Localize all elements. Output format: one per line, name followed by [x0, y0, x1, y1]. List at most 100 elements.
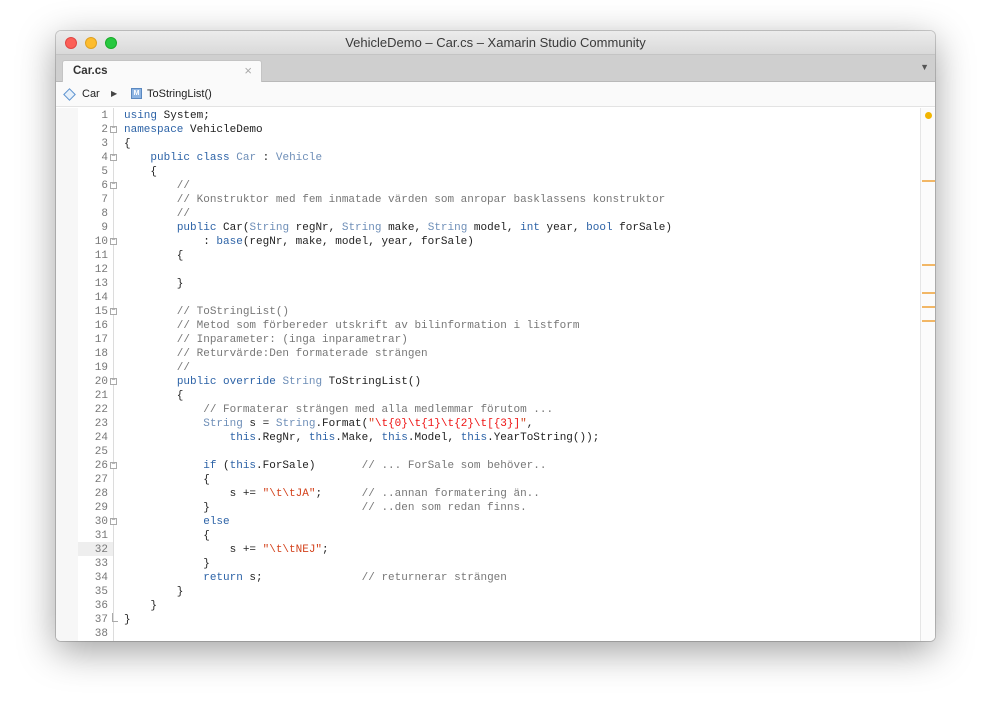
fold-toggle-icon[interactable]: − [110, 182, 117, 189]
breadcrumb-class[interactable]: Car [82, 88, 100, 100]
code-line[interactable]: 28 s += "\t\tJA"; // ..annan formatering… [56, 487, 920, 501]
code-line[interactable]: 27 { [56, 473, 920, 487]
code-lines[interactable]: 1 using System; 2− namespace VehicleDemo 3{4… [56, 109, 920, 641]
code-token: base [216, 236, 243, 248]
code-line[interactable]: 35 } [56, 585, 920, 599]
code-line[interactable]: 4− public class Car : Vehicle [56, 151, 920, 165]
code-text: { [124, 529, 210, 543]
line-number: 37 [94, 614, 108, 626]
code-token: return [203, 572, 243, 584]
code-line[interactable]: 17 // Inparameter: (inga inparametrar) [56, 333, 920, 347]
code-editor[interactable]: 1 using System; 2− namespace VehicleDemo 3{4… [56, 108, 935, 641]
overview-marker[interactable] [922, 264, 935, 266]
code-line[interactable]: 25 [56, 445, 920, 459]
code-text: return s; // returnerar strängen [124, 571, 507, 585]
code-token: ; [315, 488, 362, 500]
code-line[interactable]: 5 { [56, 165, 920, 179]
code-token: bool [586, 222, 613, 234]
code-line[interactable]: 23 String s = String.Format("\t{0}\t{1}\… [56, 417, 920, 431]
method-square-icon: M [131, 88, 142, 99]
code-line[interactable]: 15− // ToStringList() [56, 305, 920, 319]
code-token: String [203, 418, 243, 430]
fold-toggle-icon[interactable]: − [110, 238, 117, 245]
code-line[interactable]: 8 // [56, 207, 920, 221]
code-token: override [223, 376, 276, 388]
code-token: "\t\tJA" [262, 488, 316, 500]
line-number: 34 [94, 572, 108, 584]
fold-toggle-icon[interactable]: − [110, 154, 117, 161]
code-token: regNr, [289, 222, 342, 234]
fold-toggle-icon[interactable]: − [110, 126, 117, 133]
code-line[interactable]: 33 } [56, 557, 920, 571]
chevron-down-icon[interactable]: ▼ [920, 62, 929, 72]
tab-car-cs[interactable]: Car.cs × [62, 60, 262, 82]
fold-toggle-icon[interactable]: − [110, 378, 117, 385]
code-token: namespace [124, 124, 184, 136]
overview-ruler[interactable] [920, 108, 935, 641]
line-number: 10 [94, 236, 108, 248]
line-number: 22 [94, 404, 108, 416]
overview-marker[interactable] [922, 292, 935, 294]
code-line[interactable]: 6− // [56, 179, 920, 193]
close-icon[interactable]: × [244, 63, 252, 78]
code-line[interactable]: 32 s += "\t\tNEJ"; [56, 543, 920, 557]
fold-toggle-icon[interactable]: − [110, 518, 117, 525]
code-text: // Returvärde:Den formaterade strängen [124, 347, 428, 361]
code-line[interactable]: 22 // Formaterar strängen med alla medle… [56, 403, 920, 417]
code-line[interactable]: 34 return s; // returnerar strängen [56, 571, 920, 585]
line-number: 15 [94, 306, 108, 318]
code-token: this [229, 460, 257, 472]
line-number: 31 [94, 530, 108, 542]
fold-toggle-icon[interactable]: − [110, 308, 117, 315]
code-text: // Konstruktor med fem inmatade värden s… [124, 193, 666, 207]
overview-marker[interactable] [922, 306, 935, 308]
code-line[interactable]: 3{ [56, 137, 920, 151]
code-line[interactable]: 36 } [56, 599, 920, 613]
code-text: } [124, 585, 184, 599]
code-line[interactable]: 11 { [56, 249, 920, 263]
code-token: .Format( [315, 418, 369, 430]
code-line[interactable]: 9 public Car(String regNr, String make, … [56, 221, 920, 235]
line-number: 32 [94, 544, 108, 556]
line-number: 14 [94, 292, 108, 304]
code-text: s += "\t\tNEJ"; [124, 543, 329, 557]
code-line[interactable]: 2− namespace VehicleDemo [56, 123, 920, 137]
title-bar[interactable]: VehicleDemo – Car.cs – Xamarin Studio Co… [56, 31, 935, 55]
code-line[interactable]: 30− else [56, 515, 920, 529]
code-line[interactable]: 7 // Konstruktor med fem inmatade värden… [56, 193, 920, 207]
code-line[interactable]: 20− public override String ToStringList(… [56, 375, 920, 389]
code-token: class [196, 152, 230, 164]
code-line[interactable]: 31 { [56, 529, 920, 543]
code-line[interactable]: 14 [56, 291, 920, 305]
code-line[interactable]: 13 } [56, 277, 920, 291]
fold-toggle-icon[interactable]: − [110, 462, 117, 469]
code-token: " [368, 418, 375, 430]
code-line[interactable]: 37} [56, 613, 920, 627]
code-line[interactable]: 24 this.RegNr, this.Make, this.Model, th… [56, 431, 920, 445]
code-line[interactable]: 38 [56, 627, 920, 641]
overview-marker[interactable] [922, 180, 935, 182]
line-number: 11 [94, 250, 108, 262]
code-line[interactable]: 16 // Metod som förbereder utskrift av b… [56, 319, 920, 333]
code-line[interactable]: 1 using System; [56, 109, 920, 123]
code-token: // ToStringList() [124, 306, 290, 318]
code-text: : base(regNr, make, model, year, forSale… [124, 235, 474, 249]
code-text: // [124, 179, 190, 193]
overview-marker[interactable] [922, 320, 935, 322]
code-line[interactable]: 21 { [56, 389, 920, 403]
code-line[interactable]: 19 // [56, 361, 920, 375]
code-text: { [124, 389, 184, 403]
chevron-right-icon: ▶ [111, 89, 118, 98]
code-text: // ToStringList() [124, 305, 289, 319]
code-line[interactable]: 12 [56, 263, 920, 277]
code-line[interactable]: 18 // Returvärde:Den formaterade stränge… [56, 347, 920, 361]
code-token: int [520, 222, 540, 234]
code-line[interactable]: 29 } // ..den som redan finns. [56, 501, 920, 515]
breadcrumb-method[interactable]: ToStringList() [147, 88, 212, 100]
code-token: this [381, 432, 408, 444]
code-token: this [308, 432, 336, 444]
code-line[interactable]: 10− : base(regNr, make, model, year, for… [56, 235, 920, 249]
code-line[interactable]: 26− if (this.ForSale) // ... ForSale som… [56, 459, 920, 473]
code-token: s; [242, 572, 362, 584]
